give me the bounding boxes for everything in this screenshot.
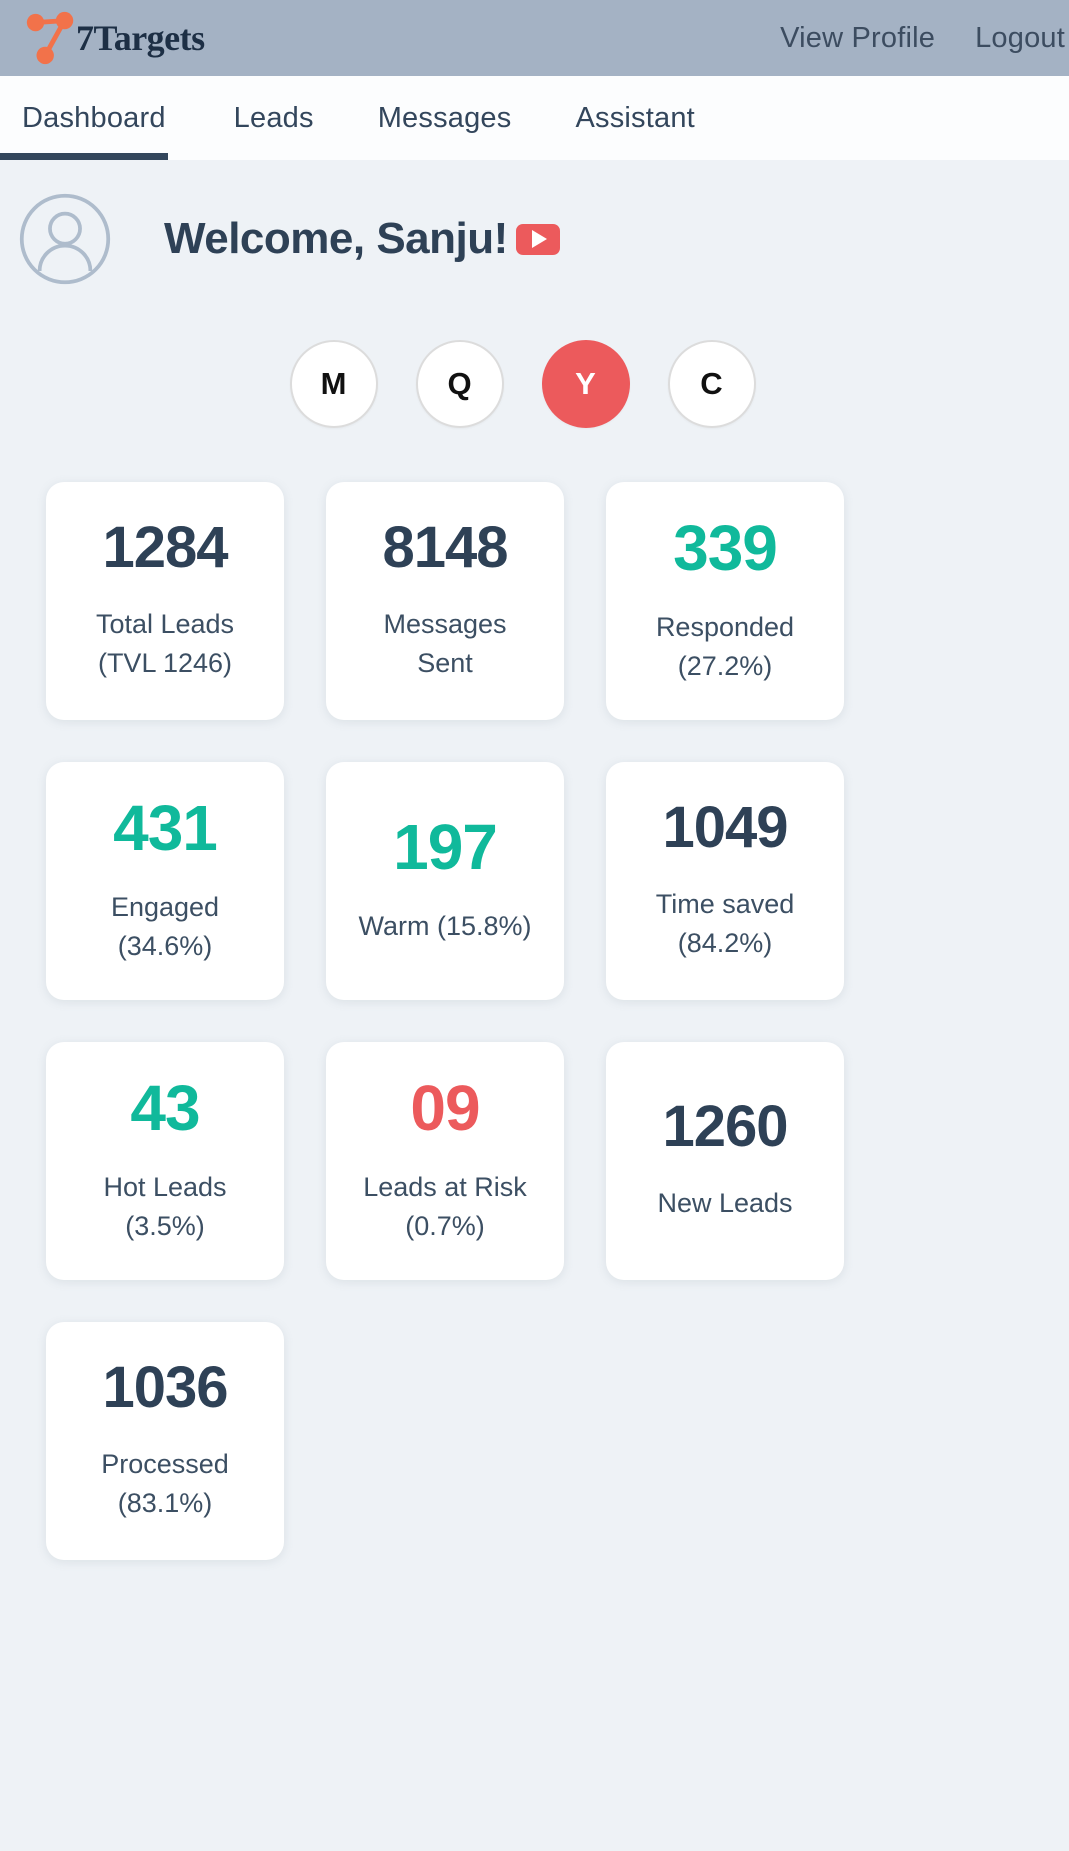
metric-label: Leads at Risk (0.7%) <box>363 1168 527 1246</box>
metric-label-line1: Total Leads <box>95 608 235 639</box>
metric-card-messages-sent[interactable]: 8148 Messages Sent <box>326 482 564 720</box>
metric-value: 09 <box>410 1071 480 1144</box>
metric-value: 1049 <box>662 794 788 860</box>
metric-label-line2: (TVL 1246) <box>97 648 233 678</box>
logout-link[interactable]: Logout <box>975 22 1065 55</box>
metric-label: Processed (83.1%) <box>101 1445 229 1523</box>
metric-value: 8148 <box>382 514 508 580</box>
metric-value: 1284 <box>102 514 228 580</box>
metric-label-line1: Messages <box>383 608 507 639</box>
metric-label-line1: New Leads <box>657 1188 793 1219</box>
metric-label-line1: Time saved <box>655 888 795 919</box>
metric-label: Total Leads (TVL 1246) <box>96 605 234 683</box>
metric-label-line2: (0.7%) <box>405 1211 485 1241</box>
tab-assistant[interactable]: Assistant <box>575 76 726 160</box>
metric-label-line2: (27.2%) <box>677 651 773 681</box>
metric-card-leads-at-risk[interactable]: 09 Leads at Risk (0.7%) <box>326 1042 564 1280</box>
metric-label-line1: Warm (15.8%) <box>358 911 532 942</box>
period-selector: M Q Y C <box>0 340 1069 428</box>
metric-label-line1: Hot Leads <box>103 1171 227 1202</box>
tab-leads[interactable]: Leads <box>234 76 346 160</box>
user-avatar-icon <box>19 193 111 285</box>
tab-leads-label: Leads <box>233 101 314 134</box>
metric-card-warm[interactable]: 197 Warm (15.8%) <box>326 762 564 1000</box>
metric-value: 1260 <box>662 1094 788 1160</box>
metric-card-hot-leads[interactable]: 43 Hot Leads (3.5%) <box>46 1042 284 1280</box>
brand-name: 7Targets <box>76 18 205 58</box>
period-option-q-label: Q <box>447 366 472 401</box>
top-bar: 7Targets View Profile Logout <box>0 0 1069 76</box>
metric-label-line1: Engaged <box>110 891 220 922</box>
page-title: Welcome, Sanju! <box>164 214 508 263</box>
period-option-m-label: M <box>320 366 347 401</box>
metric-label-line1: Responded <box>655 611 795 642</box>
metric-label: Engaged (34.6%) <box>111 888 219 966</box>
welcome-header: Welcome, Sanju! <box>0 160 1069 286</box>
welcome-title-wrap: Welcome, Sanju! <box>164 214 560 264</box>
tab-dashboard[interactable]: Dashboard <box>0 76 198 160</box>
metric-value: 339 <box>673 511 778 584</box>
metric-card-engaged[interactable]: 431 Engaged (34.6%) <box>46 762 284 1000</box>
tab-messages-label: Messages <box>377 101 512 134</box>
metric-value: 431 <box>113 791 218 864</box>
metric-card-total-leads[interactable]: 1284 Total Leads (TVL 1246) <box>46 482 284 720</box>
dashboard-content: Welcome, Sanju! M Q Y C 1284 Total Leads… <box>0 160 1069 1851</box>
metric-label: Messages Sent <box>383 605 506 683</box>
seven-targets-node-logo-icon <box>26 11 74 65</box>
metric-label: Responded (27.2%) <box>656 608 794 686</box>
metric-value: 1036 <box>102 1354 228 1420</box>
period-option-q[interactable]: Q <box>415 340 504 428</box>
metric-card-responded[interactable]: 339 Responded (27.2%) <box>606 482 844 720</box>
primary-nav: Dashboard Leads Messages Assistant <box>0 76 1069 160</box>
brand-logo[interactable]: 7Targets <box>22 9 205 67</box>
tab-messages[interactable]: Messages <box>378 76 544 160</box>
metric-label: Hot Leads (3.5%) <box>103 1168 226 1246</box>
period-option-c[interactable]: C <box>667 340 756 428</box>
top-bar-actions: View Profile Logout <box>780 0 1069 76</box>
metric-label-line2: (83.1%) <box>117 1488 213 1518</box>
metric-label: Time saved (84.2%) <box>656 885 795 963</box>
metric-label-line2: (3.5%) <box>125 1211 205 1241</box>
tab-assistant-label: Assistant <box>575 101 695 134</box>
metric-card-time-saved[interactable]: 1049 Time saved (84.2%) <box>606 762 844 1000</box>
play-triangle-icon <box>532 230 548 248</box>
period-option-y[interactable]: Y <box>541 340 630 428</box>
metric-label-line1: Processed <box>101 1448 229 1479</box>
metric-value: 43 <box>130 1071 200 1144</box>
view-profile-link[interactable]: View Profile <box>780 22 935 55</box>
metrics-grid: 1284 Total Leads (TVL 1246) 8148 Message… <box>0 428 1069 1600</box>
metric-label-line2: (84.2%) <box>677 928 773 958</box>
period-option-c-label: C <box>700 366 723 401</box>
metric-label: New Leads <box>657 1184 792 1223</box>
metric-value: 197 <box>393 811 498 884</box>
metric-label-line1: Leads at Risk <box>363 1171 527 1202</box>
metric-card-new-leads[interactable]: 1260 New Leads <box>606 1042 844 1280</box>
youtube-play-icon[interactable] <box>515 223 560 255</box>
metric-label-line2: Sent <box>417 648 473 678</box>
tab-dashboard-label: Dashboard <box>22 101 166 134</box>
metric-label-line2: (34.6%) <box>117 931 213 961</box>
metric-card-processed[interactable]: 1036 Processed (83.1%) <box>46 1322 284 1560</box>
period-option-m[interactable]: M <box>289 340 378 428</box>
metric-label: Warm (15.8%) <box>358 907 531 946</box>
period-option-y-label: Y <box>575 366 596 401</box>
